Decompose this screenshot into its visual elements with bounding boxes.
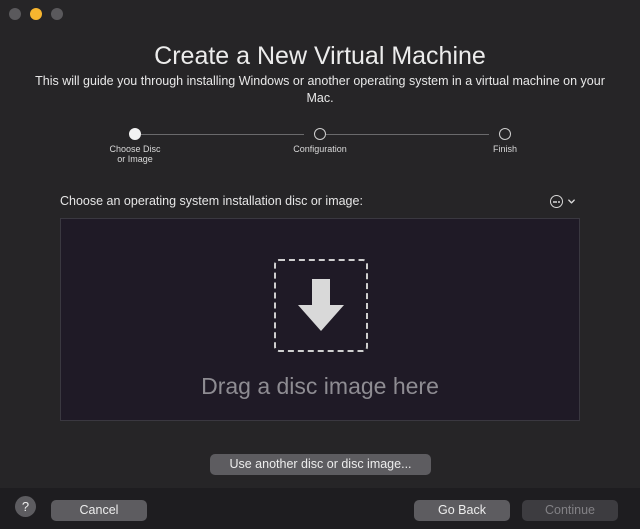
step-connector — [326, 134, 489, 135]
drop-zone-text: Drag a disc image here — [201, 373, 439, 399]
arrow-down-icon — [298, 279, 344, 331]
close-window-button[interactable] — [9, 8, 21, 20]
vm-assistant-window: Create a New Virtual Machine This will g… — [0, 0, 640, 529]
step-1-label: Choose Disc or Image — [109, 144, 161, 164]
zoom-window-button[interactable] — [51, 8, 63, 20]
step-3-indicator — [499, 128, 511, 140]
drop-target-box — [274, 259, 368, 352]
minimize-window-button[interactable] — [30, 8, 42, 20]
page-title: Create a New Virtual Machine — [154, 42, 486, 70]
step-connector — [141, 134, 304, 135]
disc-image-drop-zone[interactable]: Drag a disc image here — [60, 218, 580, 421]
choose-disc-label: Choose an operating system installation … — [60, 194, 363, 208]
progress-steps: Choose Disc or Image Configuration Finis… — [0, 127, 640, 167]
go-back-button[interactable]: Go Back — [414, 500, 510, 521]
cancel-button[interactable]: Cancel — [51, 500, 147, 521]
step-2-label: Configuration — [293, 144, 347, 154]
more-options-menu[interactable] — [550, 195, 576, 208]
chevron-down-icon — [568, 199, 575, 204]
continue-button[interactable]: Continue — [522, 500, 618, 521]
window-controls — [9, 8, 63, 20]
step-3-label: Finish — [492, 144, 517, 154]
bottom-toolbar: ? Cancel Go Back Continue — [0, 488, 640, 529]
page-subtitle: This will guide you through installing W… — [35, 74, 605, 105]
use-another-disc-button[interactable]: Use another disc or disc image... — [210, 454, 431, 475]
ellipsis-circle-icon — [550, 195, 563, 208]
help-button[interactable]: ? — [15, 496, 36, 517]
step-1-indicator — [129, 128, 141, 140]
step-2-indicator — [314, 128, 326, 140]
